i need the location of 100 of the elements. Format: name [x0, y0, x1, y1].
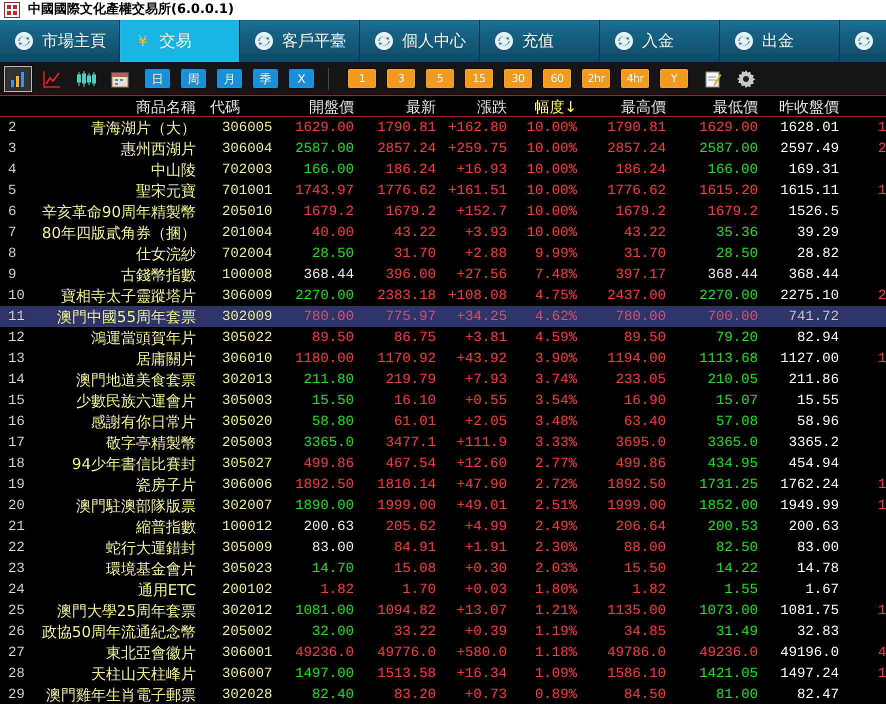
row-number: 21	[7, 518, 26, 537]
low-price: 1113.68	[699, 350, 758, 369]
high-price: 206.64	[616, 518, 666, 537]
high-price: 89.50	[624, 328, 666, 348]
latest-price: 15.08	[394, 560, 436, 579]
change-percent: 10.00%	[526, 182, 577, 201]
change-percent: 1.09%	[534, 664, 577, 684]
product-name: 澳門駐澳部隊版票	[76, 496, 196, 517]
open-price: 89.50	[312, 328, 354, 348]
row-number: 24	[7, 580, 26, 600]
open-price: 28.50	[312, 244, 354, 264]
table-row[interactable]: 11 澳門中國55周年套票 302009 780.00 775.97 +34.25 4.62% 780.00 700.00 741.72	[0, 306, 886, 327]
product-code: 305020	[221, 412, 270, 432]
latest-price: 1810.14	[377, 476, 436, 495]
price-change: +0.03	[464, 580, 507, 600]
open-price: 49236.0	[295, 644, 354, 663]
table-cell: 1	[878, 498, 886, 514]
previous-close: 14.78	[796, 560, 839, 579]
latest-price: 33.22	[394, 622, 436, 642]
row-number: 25	[7, 602, 26, 621]
low-price: 1.55	[724, 580, 758, 600]
price-change: +111.9	[456, 434, 507, 453]
calendar-icon	[111, 70, 129, 88]
product-name: 澳門雞年生肖電子郵票	[46, 685, 196, 704]
period-button[interactable]: 日	[145, 69, 170, 88]
chart-tool-button[interactable]	[4, 66, 32, 92]
open-price: 211.80	[304, 370, 354, 390]
latest-price: 2857.24	[377, 140, 436, 159]
previous-close: 1762.24	[780, 476, 839, 495]
price-change: +162.80	[448, 118, 507, 138]
row-number: 12	[7, 328, 26, 348]
change-percent: 10.00%	[526, 224, 577, 243]
product-name: 辛亥革命90周年精製幣	[42, 202, 196, 223]
product-name: 通用ETC	[138, 580, 196, 601]
column-header[interactable]: 昨收盤價	[779, 96, 839, 118]
product-name: 瓷房子片	[136, 475, 196, 496]
high-price: 49786.0	[607, 644, 666, 663]
open-price: 40.00	[312, 224, 354, 243]
price-change: +0.55	[464, 392, 507, 411]
notepad-icon[interactable]	[704, 70, 722, 88]
price-change: +259.75	[448, 140, 507, 159]
column-header[interactable]: 最低價	[713, 96, 758, 118]
high-price: 1.82	[632, 580, 666, 600]
previous-close: 82.94	[796, 328, 839, 348]
product-code: 302009	[221, 308, 270, 327]
previous-close: 1081.75	[780, 602, 839, 621]
low-price: 166.00	[708, 160, 758, 180]
product-code: 205002	[221, 622, 270, 642]
period-button[interactable]: 月	[217, 69, 242, 88]
high-price: 1790.81	[607, 118, 666, 138]
latest-price: 86.75	[394, 328, 436, 348]
product-code: 701001	[221, 182, 270, 201]
open-price: 1629.00	[295, 118, 354, 138]
change-percent: 4.59%	[534, 328, 577, 348]
open-price: 2270.00	[295, 286, 354, 306]
change-percent: 1.21%	[534, 602, 577, 621]
product-code: 306001	[221, 644, 270, 663]
low-price: 49236.0	[699, 644, 758, 663]
column-header[interactable]: 商品名稱	[136, 96, 196, 118]
latest-price: 16.10	[394, 392, 436, 411]
product-name: 青海湖片（大）	[91, 118, 196, 139]
column-header[interactable]: 最高價	[621, 96, 666, 118]
column-header[interactable]: 代碼	[210, 98, 240, 116]
window-title: 中國國際文化產權交易所(6.0.0.1)	[28, 0, 234, 20]
price-change: +0.73	[464, 686, 507, 704]
product-code: 302007	[221, 496, 270, 516]
table-cell: 1	[878, 666, 886, 682]
previous-close: 3365.2	[788, 434, 839, 453]
latest-price: 49776.0	[377, 644, 436, 663]
low-price: 700.00	[708, 308, 758, 327]
column-header[interactable]: 開盤價	[309, 96, 354, 118]
latest-price: 2383.18	[377, 286, 436, 306]
high-price: 1135.00	[607, 602, 666, 621]
low-price: 31.49	[716, 622, 758, 642]
column-header[interactable]: 漲跌	[477, 96, 507, 118]
change-percent: 3.74%	[534, 370, 577, 390]
column-header[interactable]: 最新	[406, 96, 436, 118]
table-cell: 4	[878, 644, 886, 661]
product-name: 天柱山天柱峰片	[91, 664, 196, 685]
high-price: 63.40	[624, 412, 666, 432]
price-change: +108.08	[448, 286, 507, 306]
period-button[interactable]: 季	[253, 69, 278, 88]
settings-icon[interactable]	[736, 68, 756, 88]
change-percent: 10.00%	[526, 140, 577, 159]
product-name: 惠州西湖片	[121, 139, 196, 160]
table-cell: 2	[878, 140, 886, 157]
open-price: 1180.00	[295, 350, 354, 369]
price-change: +7.93	[464, 370, 507, 390]
price-change: +12.60	[456, 454, 507, 474]
period-button[interactable]: 周	[181, 69, 206, 88]
low-price: 1731.25	[699, 476, 758, 495]
low-price: 82.50	[716, 538, 758, 558]
change-percent: 0.89%	[534, 686, 577, 704]
price-change: +13.07	[456, 602, 507, 621]
column-header[interactable]: 幅度↓	[534, 96, 577, 118]
price-change: +27.56	[456, 266, 507, 285]
period-button[interactable]: X	[289, 69, 314, 88]
high-price: 3695.0	[616, 434, 666, 453]
refresh-icon	[374, 31, 394, 51]
high-price: 1194.00	[607, 350, 666, 369]
